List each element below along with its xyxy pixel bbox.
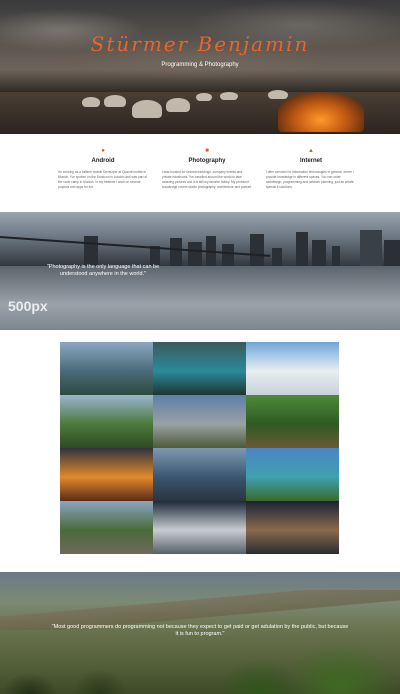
gallery-photo-palm-road[interactable]: [153, 395, 246, 448]
gallery-photo-tree[interactable]: [60, 501, 153, 554]
skill-internet: ▲ Internet I offer services for informat…: [266, 148, 356, 212]
skill-title: Photography: [188, 158, 226, 164]
gallery-photo-grass[interactable]: [153, 501, 246, 554]
trees-right: [220, 604, 400, 694]
tent: [166, 98, 190, 112]
city-skyline: [0, 230, 400, 281]
lit-tent: [278, 92, 364, 132]
gallery-photo-wedding[interactable]: [246, 501, 339, 554]
photo-gallery: [60, 342, 340, 554]
trees-left: [0, 634, 160, 694]
android-icon: ●: [101, 148, 105, 154]
skill-title: Internet: [299, 158, 322, 164]
tent: [82, 97, 100, 107]
camera-icon: ■: [205, 148, 209, 154]
skill-description: I'm working as a fulltime mobile Develop…: [58, 170, 148, 189]
globe-icon: ▲: [308, 148, 314, 154]
tent: [132, 100, 162, 118]
gallery-photo-sunset[interactable]: [60, 448, 153, 501]
gallery-photo-forest[interactable]: [246, 395, 339, 448]
skill-android: ● Android I'm working as a fulltime mobi…: [58, 148, 148, 212]
gallery-photo-cave[interactable]: [153, 342, 246, 395]
photography-quote: "Photography is the only language that c…: [46, 264, 160, 277]
gallery-photo-coast[interactable]: [60, 342, 153, 395]
hero-banner: Stürmer Benjamin Programming & Photograp…: [0, 0, 400, 134]
skill-description: I offer services for information technol…: [266, 170, 354, 189]
skill-title: Android: [91, 158, 115, 164]
tent: [104, 95, 126, 107]
gallery-photo-sea-rocks[interactable]: [153, 448, 246, 501]
gallery-photo-canopy[interactable]: [246, 342, 339, 395]
tent: [268, 90, 288, 99]
programming-quote: "Most good programmers do programming no…: [51, 624, 349, 637]
city-quote-section: "Photography is the only language that c…: [0, 212, 400, 330]
skill-photography: ■ Photography I was booked for several w…: [162, 148, 252, 212]
mountain-quote-section: "Most good programmers do programming no…: [0, 572, 400, 694]
site-subtitle: Programming & Photography: [161, 62, 239, 68]
gallery-photo-lagoon[interactable]: [246, 448, 339, 501]
skills-section: ● Android I'm working as a fulltime mobi…: [0, 134, 400, 212]
tent: [220, 92, 238, 100]
gallery-photo-castle[interactable]: [60, 395, 153, 448]
skill-description: I was booked for several weddings, compa…: [162, 170, 252, 189]
tent: [196, 93, 212, 101]
500px-logo[interactable]: 500px: [8, 298, 48, 314]
site-title: Stürmer Benjamin: [90, 32, 310, 56]
